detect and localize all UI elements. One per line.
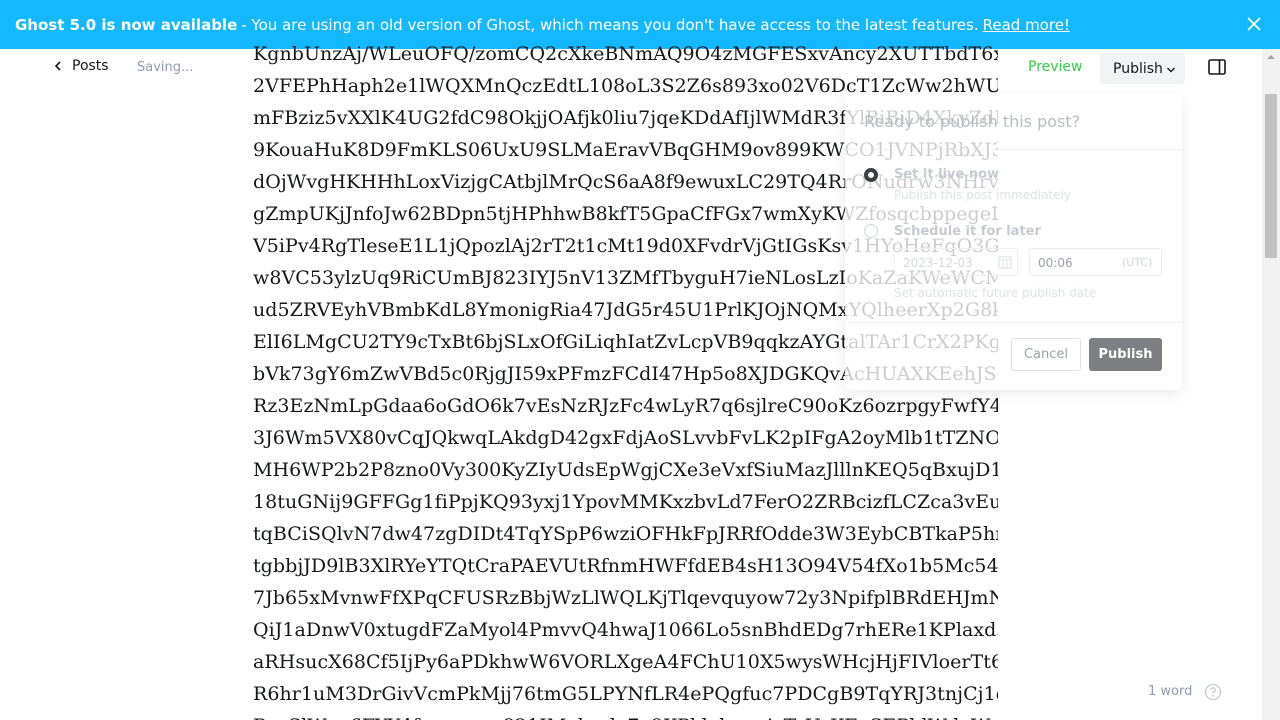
calendar-icon [998, 256, 1012, 269]
publish-dropdown-title: Ready to publish this post? [864, 112, 1081, 131]
publish-button[interactable]: Publish [1089, 338, 1162, 371]
banner-message: - You are using an old version of Ghost,… [241, 15, 979, 34]
editor-text-line: Rz3EzNmLpGdaa6oGdO6k7vEsNzRJzFc4wLyR7q6s… [253, 395, 998, 417]
sidebar-toggle-icon[interactable] [1208, 59, 1226, 75]
cancel-button[interactable]: Cancel [1011, 338, 1081, 371]
scrollbar-thumb[interactable] [1265, 94, 1277, 258]
banner-read-more-link[interactable]: Read more! [983, 16, 1070, 34]
posts-label: Posts [72, 58, 109, 74]
option-now-subtext: Publish this post immediately [894, 188, 1071, 202]
radio-publish-now[interactable] [864, 168, 878, 182]
editor-text-line: QiJ1aDnwV0xtugdFZaMyol4PmvvQ4hwaJ1066Lo5… [253, 619, 998, 641]
option-now-label: Set it live now [894, 167, 1000, 182]
publish-dropdown: Ready to publish this post? Set it live … [845, 94, 1182, 390]
chevron-down-icon [1166, 67, 1175, 72]
help-icon[interactable] [1204, 683, 1222, 701]
editor-text-line: RzcSlWue6FYY4fwwwwm821IMobvrle7a8KPklole… [253, 710, 998, 720]
chevron-left-icon [54, 61, 61, 71]
word-count: 1 word [1148, 684, 1193, 699]
publish-menu-button[interactable]: Publish [1100, 53, 1185, 84]
radio-schedule-later[interactable] [864, 224, 878, 238]
close-icon[interactable] [1244, 14, 1264, 34]
preview-button[interactable]: Preview [1028, 59, 1083, 75]
timezone-label: (UTC) [1122, 256, 1153, 269]
banner-title: Ghost 5.0 is now available [15, 15, 238, 34]
scroll-up-arrow-icon[interactable] [1265, 52, 1277, 62]
divider [845, 149, 1182, 150]
editor-text-line: tqBCiSQlvN7dw47zgDIDt4TqYSpP6wziOFHkFpJR… [253, 523, 998, 545]
publish-menu-label: Publish [1113, 60, 1163, 77]
schedule-subtext: Set automatic future publish date [894, 286, 1097, 300]
editor-text-line: 7Jb65xMvnwFfXPqCFUSRzBbjWzLlWQLKjTlqevqu… [253, 587, 998, 609]
editor-text-line: aRHsucX68Cf5IjPy6aPDkhwW6VORLXgeA4FChU10… [253, 651, 998, 673]
editor-text-line: KgnbUnzAj/WLeuOFQ/zomCQ2cXkeBNmAQ9O4zMGF… [253, 43, 998, 65]
editor-text-line: MH6WP2b2P8zno0Vy300KyZIyUdsEpWgjCXe3eVxf… [253, 459, 998, 481]
back-to-posts-link[interactable]: Posts [54, 58, 109, 74]
editor-text-line: R6hr1uM3DrGivVcmPkMjj76tmG5LPYNfLR4ePQgf… [253, 683, 998, 705]
editor-text-line: 3J6Wm5VX80vCqJQkwqLAkdgD42gxFdjAoSLvvbFv… [253, 427, 998, 449]
editor-text-line: 18tuGNij9GFFGg1fiPpjKQ93yxj1YpovMMKxzbvL… [253, 491, 998, 513]
save-status: Saving... [137, 60, 194, 75]
divider [845, 322, 1182, 323]
editor-text-line: tgbbjJD9lB3XlRYeYTQtCraPAEVUtRfnmHWFfdEB… [253, 555, 998, 577]
option-later-label: Schedule it for later [894, 224, 1041, 239]
